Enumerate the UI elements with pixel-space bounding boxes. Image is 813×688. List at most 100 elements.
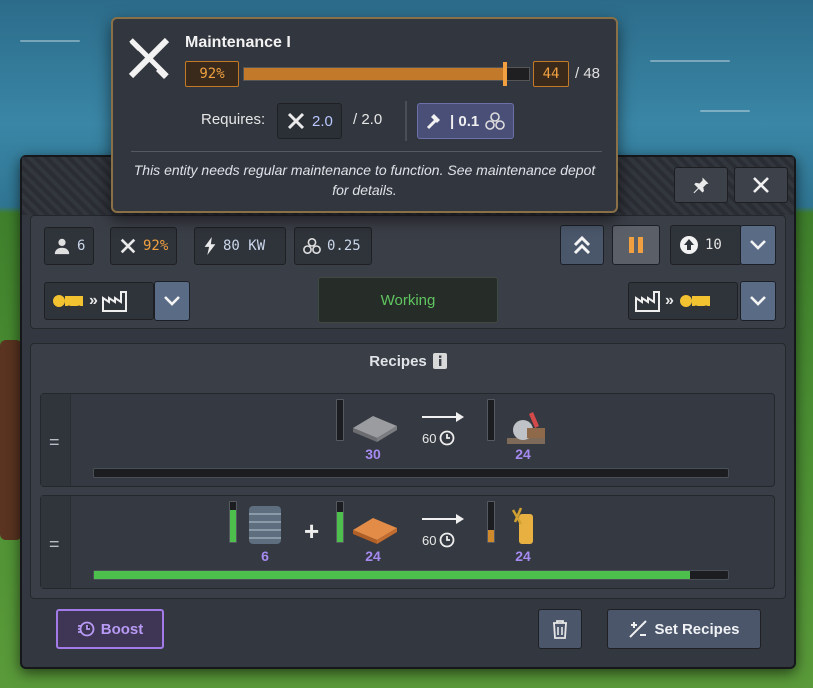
priority-value: 10 [705, 237, 722, 253]
hammer-icon [426, 114, 440, 130]
boost-button[interactable]: Boost [56, 609, 164, 649]
water-ripple [650, 60, 730, 62]
maintenance-tooltip: Maintenance I 92% 44 / 48 Requires: 2.0 … [111, 17, 618, 213]
edit-recipes-icon [629, 620, 648, 638]
output-quantity: 24 [515, 548, 531, 564]
output-buffer-bar [487, 399, 495, 441]
input-logistics-chip[interactable]: » [44, 282, 154, 320]
building-terrain [0, 340, 22, 540]
double-chevron-up-icon [573, 235, 591, 255]
workers-chip[interactable]: 6 [44, 227, 95, 265]
maintenance-cost: | 0.1 [450, 112, 480, 130]
chevron-down-icon [750, 240, 766, 250]
tooltip-description: This entity needs regular maintenance to… [133, 162, 596, 198]
maintenance-value: 92% [143, 238, 169, 254]
delete-button[interactable] [538, 609, 582, 649]
water-ripple [20, 40, 80, 42]
clock-icon [440, 430, 455, 446]
sawmill-product-icon [507, 412, 545, 444]
close-icon [753, 177, 769, 193]
output-buffer-bar [487, 501, 495, 543]
duration-value: 60 [422, 430, 437, 446]
input-quantity: 24 [365, 548, 381, 564]
input-buffer-bar [336, 399, 344, 441]
boost-label: Boost [100, 620, 144, 638]
status-indicator: Working [318, 277, 498, 323]
recipe-progress-fill [94, 571, 690, 579]
recipe-row[interactable]: = 6 + 24 60 24 [40, 495, 775, 589]
maintenance-max: / 48 [575, 65, 601, 82]
workers-value: 6 [77, 238, 86, 254]
tooltip-title: Maintenance I [185, 34, 291, 51]
output-logistics-dropdown[interactable] [740, 281, 776, 321]
factory-icon [101, 291, 127, 312]
power-chip[interactable]: 80 KW [194, 227, 286, 265]
drag-handle-icon[interactable]: = [49, 534, 60, 555]
maintenance-current: 44 [533, 61, 569, 87]
maintenance-chip[interactable]: 92% [110, 227, 178, 265]
recipe-duration: 60 [422, 532, 455, 548]
priority-up-icon [680, 236, 698, 254]
duration-value: 60 [422, 532, 437, 548]
truck-output-icon [679, 295, 710, 311]
priority-chip[interactable]: 10 [670, 225, 742, 265]
plus-sign: + [304, 516, 320, 546]
chevron-down-icon [164, 296, 180, 306]
unity-value: 0.25 [327, 238, 361, 254]
rubber-roll-icon [249, 506, 281, 544]
pause-icon [629, 237, 643, 253]
drag-handle-icon[interactable]: = [49, 432, 60, 453]
flow-arrow: » [89, 292, 98, 309]
boost-clock-icon [77, 621, 95, 637]
pin-button[interactable] [674, 167, 728, 203]
close-button[interactable] [734, 167, 788, 203]
building-window: 6 92% 80 KW 0.25 10 » Working » Recipes … [20, 155, 796, 669]
output-logistics-chip[interactable]: » [628, 282, 738, 320]
factory-icon [635, 291, 660, 312]
unity-icon [485, 112, 506, 130]
maintenance-percent: 92% [185, 61, 239, 87]
truck-input-icon [53, 295, 83, 311]
recipe-duration: 60 [422, 430, 455, 446]
pin-icon [693, 177, 709, 194]
output-quantity: 24 [515, 446, 531, 462]
pause-button[interactable] [612, 225, 660, 265]
unity-chip[interactable]: 0.25 [294, 227, 372, 265]
wood-plank-icon [353, 518, 397, 544]
tooltip-divider [131, 151, 602, 152]
trash-icon [553, 620, 567, 639]
info-icon[interactable] [432, 353, 447, 369]
clock-icon [440, 532, 455, 548]
upgrade-tier-button[interactable] [560, 225, 604, 265]
wrench-screwdriver-icon [120, 238, 136, 254]
maintenance-bar-marker [503, 62, 508, 86]
lightning-icon [204, 237, 216, 255]
water-ripple [700, 110, 750, 112]
requires-total: / 2.0 [353, 111, 383, 128]
priority-dropdown-button[interactable] [740, 225, 776, 265]
chevron-down-icon [750, 296, 766, 306]
recipe-arrow [422, 514, 464, 524]
recipe-progress-bar [93, 570, 729, 580]
unity-icon [303, 237, 321, 255]
maintenance-icon [128, 37, 170, 79]
separator [405, 101, 407, 141]
recipe-progress-bar [93, 468, 729, 478]
maintenance-cost-chip: | 0.1 [417, 103, 515, 139]
requires-value: 2.0 [312, 112, 333, 130]
paper-roll-icon [511, 507, 533, 544]
recipe-row[interactable]: = 30 60 24 [40, 393, 775, 487]
input-buffer-bar [336, 501, 344, 543]
concrete-slab-icon [353, 416, 397, 442]
input-quantity: 30 [365, 446, 381, 462]
recipes-title: Recipes [369, 352, 427, 370]
power-value: 80 KW [223, 238, 266, 254]
input-logistics-dropdown[interactable] [154, 281, 190, 321]
set-recipes-button[interactable]: Set Recipes [607, 609, 761, 649]
worker-icon [54, 238, 70, 255]
maintenance-bar-fill [244, 68, 507, 80]
flow-arrow: » [665, 292, 674, 309]
input-buffer-bar [229, 501, 237, 543]
maintenance-bar [243, 62, 530, 86]
input-quantity: 6 [261, 548, 269, 564]
